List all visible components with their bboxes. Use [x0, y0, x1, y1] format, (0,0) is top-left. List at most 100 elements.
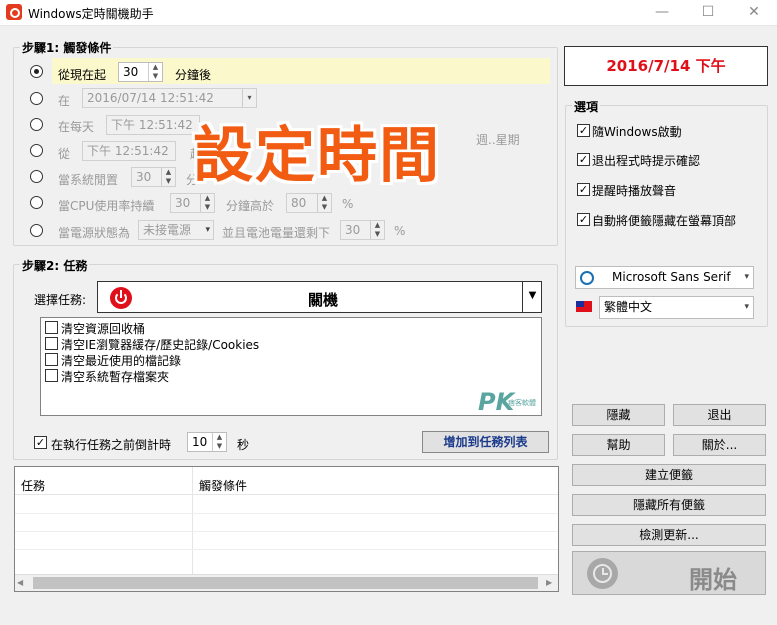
- countdown-label: 在執行任務之前倒計時: [51, 438, 172, 452]
- checkbox-exit-confirm[interactable]: ✓: [577, 153, 590, 166]
- hide-all-notes-button[interactable]: 隱藏所有便籤: [572, 494, 766, 516]
- row7-mid: 並且電池電量還剩下: [222, 226, 331, 240]
- row6-unit: %: [342, 197, 354, 211]
- minimize-button[interactable]: —: [639, 0, 685, 26]
- cpu-duration-input[interactable]: 30 ▲ ▼: [170, 193, 215, 213]
- radio-cpu[interactable]: [30, 196, 43, 209]
- table-header: [15, 467, 558, 495]
- option-autohide-label: 自動將便籤隱藏在螢幕頂部: [592, 214, 737, 228]
- exit-button[interactable]: 退出: [673, 404, 766, 426]
- row1-label: 從現在起: [58, 68, 107, 82]
- radio-idle[interactable]: [30, 170, 43, 183]
- window-title: Windows定時關機助手: [28, 7, 154, 21]
- checkbox-countdown[interactable]: ✓: [34, 436, 47, 449]
- idle-spinner[interactable]: ▲ ▼: [161, 168, 175, 186]
- scroll-left-icon[interactable]: ◀: [17, 578, 23, 587]
- subtask-recent-label: 清空最近使用的檔記錄: [61, 354, 182, 368]
- countdown-input[interactable]: 10 ▲ ▼: [187, 432, 227, 452]
- cpu-duration-value: 30: [175, 196, 191, 210]
- start-button[interactable]: 開始: [572, 551, 766, 595]
- row5-label: 當系統閒置: [58, 173, 119, 187]
- minutes-spinner[interactable]: ▲ ▼: [148, 63, 162, 81]
- column-trigger[interactable]: 觸發條件: [199, 477, 247, 494]
- taiwan-flag-icon: [576, 301, 592, 312]
- battery-value: 30: [345, 223, 361, 237]
- font-select[interactable]: Microsoft Sans Serif ▾: [575, 266, 754, 289]
- watermark-subtitle: 痞客軟體: [508, 399, 536, 407]
- from-time-value: 下午 12:51:42: [87, 144, 169, 158]
- create-note-button[interactable]: 建立便籤: [572, 464, 766, 486]
- row3-suffix: 週..星期: [476, 133, 520, 147]
- battery-spinner[interactable]: ▲ ▼: [370, 221, 384, 239]
- cpu-percent-input[interactable]: 80 ▲ ▼: [286, 193, 332, 213]
- subtask-recycle-label: 清空資源回收桶: [61, 322, 146, 336]
- start-label: 開始: [689, 566, 737, 594]
- daily-time-input[interactable]: 下午 12:51:42: [106, 115, 200, 135]
- cpu-percent-value: 80: [291, 196, 307, 210]
- checkbox-temp[interactable]: [45, 369, 58, 382]
- power-state-select[interactable]: 未接電源 ▾: [138, 220, 214, 240]
- radio-power[interactable]: [30, 224, 43, 237]
- radio-at-time[interactable]: [30, 92, 43, 105]
- cpu-percent-spinner[interactable]: ▲ ▼: [317, 194, 331, 212]
- cpu-duration-spinner[interactable]: ▲ ▼: [200, 194, 214, 212]
- datetime-input[interactable]: 2016/07/14 12:51:42 ▾: [82, 88, 257, 108]
- chevron-down-icon: ▾: [205, 225, 210, 235]
- chevron-down-icon: ▾: [744, 272, 749, 282]
- battery-input[interactable]: 30 ▲ ▼: [340, 220, 385, 240]
- checkbox-sound[interactable]: ✓: [577, 183, 590, 196]
- checkbox-startup[interactable]: ✓: [577, 124, 590, 137]
- font-icon: [580, 271, 594, 285]
- countdown-spinner[interactable]: ▲ ▼: [212, 433, 226, 451]
- scrollbar-thumb[interactable]: [33, 577, 538, 589]
- about-button[interactable]: 關於...: [673, 434, 766, 456]
- language-select-value: 繁體中文: [604, 300, 653, 314]
- power-icon: [110, 287, 132, 309]
- hide-button[interactable]: 隱藏: [572, 404, 665, 426]
- chevron-down-icon: ▾: [744, 302, 749, 312]
- radio-from-now[interactable]: [30, 65, 43, 78]
- countdown-unit: 秒: [237, 438, 250, 452]
- radio-every-day[interactable]: [30, 118, 43, 131]
- row1-unit: 分鐘後: [175, 68, 212, 82]
- checkbox-recycle[interactable]: [45, 321, 58, 334]
- clock-icon: [587, 558, 618, 589]
- chevron-down-icon: ▼: [522, 282, 542, 312]
- language-select[interactable]: 繁體中文 ▾: [599, 296, 754, 319]
- task-table: 任務 觸發條件 ◀ ▶: [14, 466, 559, 592]
- step1-title: 步驟1: 觸發條件: [20, 39, 114, 56]
- row7-label: 當電源狀態為: [58, 226, 131, 240]
- app-icon: [6, 4, 22, 20]
- row6-mid: 分鐘高於: [226, 199, 275, 213]
- close-button[interactable]: ✕: [731, 0, 777, 26]
- row4-label: 從: [58, 147, 71, 161]
- horizontal-scrollbar[interactable]: ◀ ▶: [15, 574, 558, 591]
- column-divider: [192, 467, 193, 575]
- font-select-value: Microsoft Sans Serif: [612, 270, 731, 284]
- option-exit-label: 退出程式時提示確認: [592, 154, 701, 168]
- daily-time-value: 下午 12:51:42: [111, 118, 193, 132]
- add-to-task-list-button[interactable]: 增加到任務列表: [422, 431, 549, 453]
- checkbox-recent[interactable]: [45, 353, 58, 366]
- countdown-value: 10: [192, 435, 208, 449]
- maximize-button[interactable]: ☐: [685, 0, 731, 26]
- checkbox-autohide[interactable]: ✓: [577, 213, 590, 226]
- row6-label: 當CPU使用率持續: [58, 199, 155, 213]
- subtask-temp-label: 清空系統暫存檔案夾: [61, 370, 170, 384]
- minutes-input[interactable]: 30 ▲ ▼: [118, 62, 163, 82]
- radio-from[interactable]: [30, 144, 43, 157]
- datetime-dropdown[interactable]: ▾: [242, 89, 256, 107]
- check-update-button[interactable]: 檢測更新...: [572, 524, 766, 546]
- task-select[interactable]: 關機 ▼: [97, 281, 542, 313]
- from-time-input[interactable]: 下午 12:51:42: [82, 141, 176, 161]
- minutes-value: 30: [123, 65, 139, 79]
- column-task[interactable]: 任務: [21, 477, 45, 494]
- idle-input[interactable]: 30 ▲ ▼: [131, 167, 176, 187]
- row2-label: 在: [58, 94, 71, 108]
- overlay-caption: 設定時間: [193, 121, 441, 191]
- power-state-value: 未接電源: [143, 223, 192, 237]
- options-title: 選項: [572, 98, 601, 115]
- help-button[interactable]: 幫助: [572, 434, 665, 456]
- checkbox-ie-cache[interactable]: [45, 337, 58, 350]
- scroll-right-icon[interactable]: ▶: [546, 578, 552, 587]
